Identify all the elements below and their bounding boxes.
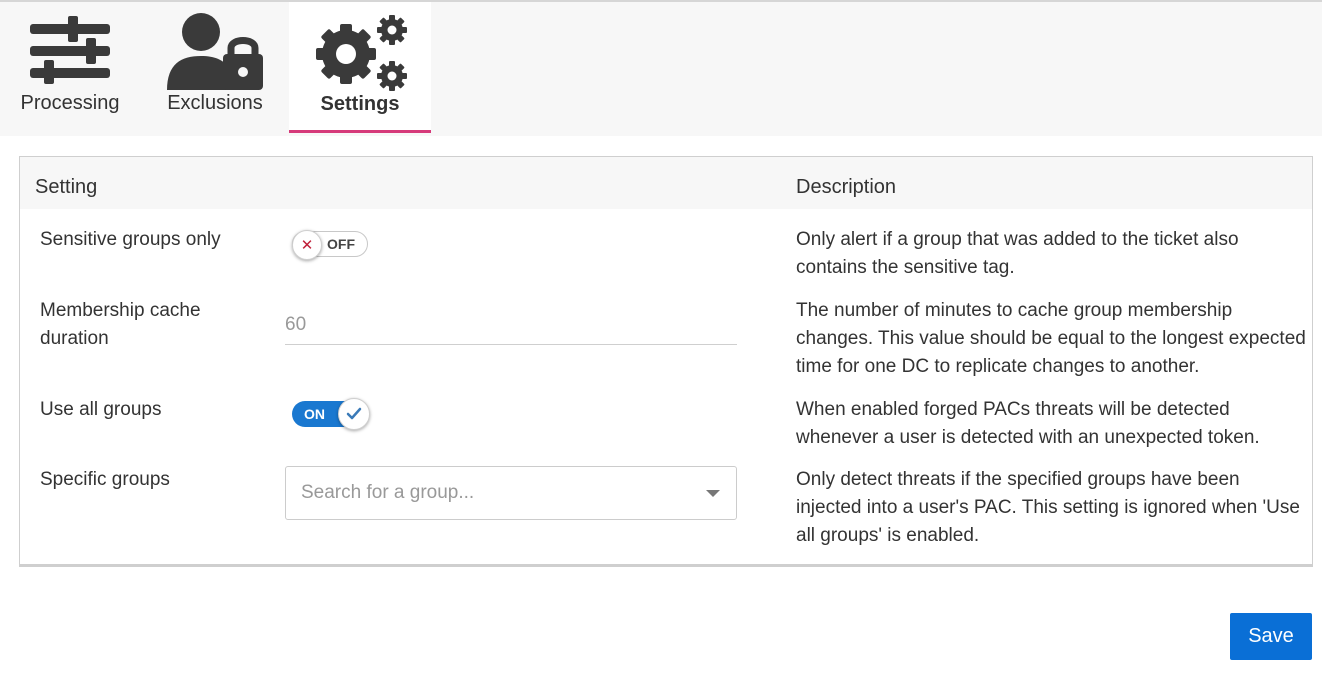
use-all-groups-toggle[interactable]: ON — [292, 398, 370, 430]
tab-bar: Processing Exclusions Settings — [0, 2, 1322, 136]
setting-label-membership-cache: Membership cache duration — [40, 300, 201, 349]
setting-label-specific-groups: Specific groups — [40, 469, 170, 490]
chevron-down-icon — [706, 490, 720, 497]
column-header-description: Description — [796, 176, 897, 198]
tab-exclusions[interactable]: Exclusions — [145, 2, 285, 132]
group-search-select[interactable]: Search for a group... — [285, 466, 737, 520]
tab-settings[interactable]: Settings — [289, 2, 431, 133]
check-icon — [338, 398, 370, 430]
sliders-icon — [30, 16, 110, 89]
setting-description-membership-cache: The number of minutes to cache group mem… — [796, 300, 1306, 377]
gears-icon — [310, 12, 410, 97]
setting-description-specific-groups: Only detect threats if the specified gro… — [796, 469, 1300, 546]
setting-label-use-all-groups: Use all groups — [40, 399, 162, 420]
column-header-setting: Setting — [35, 176, 98, 198]
setting-description-use-all-groups: When enabled forged PACs threats will be… — [796, 399, 1260, 448]
user-lock-icon — [165, 12, 265, 97]
membership-cache-input[interactable] — [285, 305, 737, 345]
table-header: Setting Description — [20, 157, 1312, 209]
tab-exclusions-label: Exclusions — [167, 92, 263, 114]
active-tab-indicator — [289, 130, 431, 133]
setting-label-sensitive-groups: Sensitive groups only — [40, 229, 221, 250]
toggle-state-text: OFF — [327, 236, 355, 252]
tab-processing-label: Processing — [20, 92, 120, 114]
settings-table: Setting Description Sensitive groups onl… — [19, 156, 1313, 567]
setting-description-sensitive-groups: Only alert if a group that was added to … — [796, 229, 1239, 278]
save-button[interactable]: Save — [1230, 613, 1312, 660]
tab-settings-label: Settings — [320, 93, 400, 115]
tab-processing[interactable]: Processing — [0, 2, 140, 132]
group-search-placeholder: Search for a group... — [301, 482, 475, 503]
toggle-state-text: ON — [304, 406, 325, 422]
sensitive-groups-toggle[interactable]: ✕ OFF — [292, 230, 368, 260]
close-icon: ✕ — [292, 230, 322, 260]
